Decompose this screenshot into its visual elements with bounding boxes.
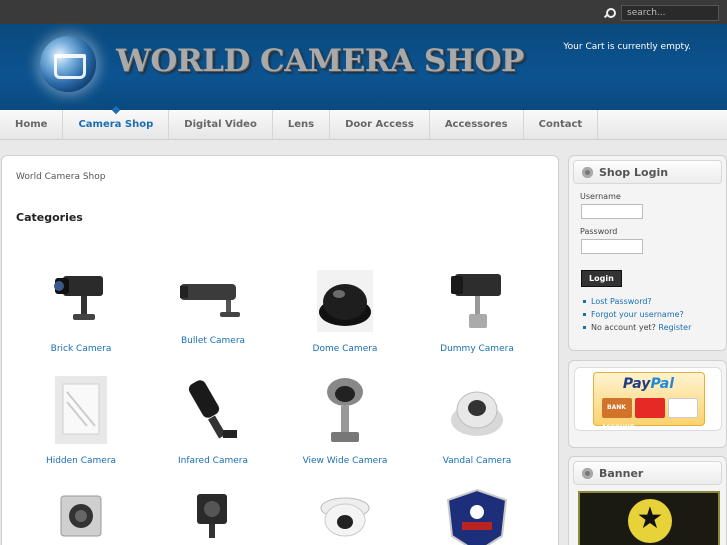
- brick-camera-image[interactable]: [51, 268, 111, 334]
- bullet-icon: [582, 467, 593, 479]
- nav-item-lens[interactable]: Lens: [273, 110, 331, 139]
- breadcrumb[interactable]: World Camera Shop: [16, 172, 105, 182]
- category-dome-camera[interactable]: Dome Camera: [280, 268, 410, 354]
- wide-view-camera-image[interactable]: [315, 376, 375, 446]
- shop-login-title: Shop Login: [599, 165, 669, 179]
- payment-methods: BANK ACCOUNT VISA: [601, 398, 698, 431]
- category-hidden-camera[interactable]: Hidden Camera: [16, 376, 146, 466]
- infrared-camera-image[interactable]: [183, 376, 243, 446]
- nav-item-contact[interactable]: Contact: [524, 110, 599, 139]
- mini-camera-image[interactable]: [183, 486, 243, 545]
- security-badge-image[interactable]: [442, 486, 512, 545]
- dummy-camera-image[interactable]: [447, 268, 507, 334]
- search-icon[interactable]: [605, 8, 616, 18]
- main-content: World Camera Shop Categories Brick Camer…: [1, 155, 559, 545]
- visa-icon: VISA: [667, 398, 698, 418]
- nav-item-accessores[interactable]: Accessores: [430, 110, 524, 139]
- banner-image[interactable]: [578, 491, 720, 545]
- category-security-badge[interactable]: [412, 486, 542, 545]
- lost-password-link[interactable]: Lost Password?: [591, 297, 652, 306]
- category-box-camera[interactable]: [16, 486, 146, 545]
- username-label: Username: [580, 192, 621, 201]
- no-account-text: No account yet?: [591, 323, 656, 332]
- categories-heading: Categories: [16, 211, 83, 224]
- list-item: Forgot your username?: [583, 310, 726, 319]
- banner-box: Banner: [568, 456, 727, 545]
- vandal-camera-image[interactable]: [447, 376, 507, 446]
- category-ceiling-dome[interactable]: [280, 486, 410, 545]
- category-dummy-camera[interactable]: Dummy Camera: [412, 268, 542, 354]
- nav-item-door-access[interactable]: Door Access: [330, 110, 430, 139]
- paypal-badge[interactable]: PayPal BANK ACCOUNT VISA: [573, 367, 722, 431]
- category-brick-camera[interactable]: Brick Camera: [16, 268, 146, 354]
- cart-status: Your Cart is currently empty.: [563, 42, 691, 52]
- nav-item-digital-video[interactable]: Digital Video: [169, 110, 273, 139]
- username-field[interactable]: [581, 204, 643, 219]
- search-area: [605, 5, 719, 21]
- bullet-camera-image[interactable]: [178, 278, 248, 326]
- banner-title: Banner: [599, 466, 644, 480]
- list-item: No account yet? Register: [583, 323, 726, 332]
- main-nav: Home Camera Shop Digital Video Lens Door…: [0, 110, 727, 140]
- nav-item-home[interactable]: Home: [0, 110, 64, 139]
- category-view-wide-camera[interactable]: View Wide Camera: [280, 376, 410, 466]
- top-bar: [0, 0, 727, 24]
- category-label[interactable]: Dummy Camera: [412, 344, 542, 354]
- category-label[interactable]: Dome Camera: [280, 344, 410, 354]
- login-button[interactable]: Login: [581, 270, 622, 287]
- category-label[interactable]: Hidden Camera: [16, 456, 146, 466]
- nav-item-camera-shop[interactable]: Camera Shop: [63, 110, 170, 139]
- bank-account-icon: BANK ACCOUNT: [601, 398, 634, 431]
- banner-header: Banner: [573, 461, 722, 485]
- paypal-logo-icon: PayPal BANK ACCOUNT VISA: [592, 372, 705, 431]
- star-badge-icon: [628, 499, 672, 543]
- hidden-camera-image[interactable]: [51, 376, 111, 446]
- category-label[interactable]: Brick Camera: [16, 344, 146, 354]
- category-label[interactable]: Infared Camera: [148, 456, 278, 466]
- box-camera-image[interactable]: [51, 486, 111, 545]
- search-input[interactable]: [621, 5, 719, 21]
- site-header: WORLD CAMERA SHOP Your Cart is currently…: [0, 24, 727, 110]
- paypal-wordmark: PayPal: [622, 376, 675, 392]
- mastercard-icon: [634, 398, 665, 418]
- forgot-username-link[interactable]: Forgot your username?: [591, 310, 684, 319]
- login-links: Lost Password? Forgot your username? No …: [583, 297, 726, 332]
- list-item: Lost Password?: [583, 297, 726, 306]
- payment-box: PayPal BANK ACCOUNT VISA: [568, 360, 727, 448]
- password-field[interactable]: [581, 239, 643, 254]
- category-bullet-camera[interactable]: Bullet Camera: [148, 278, 278, 346]
- cart-globe-logo-icon[interactable]: [40, 36, 96, 92]
- shop-login-box: Shop Login Username Password Login Lost …: [568, 155, 727, 351]
- category-vandal-camera[interactable]: Vandal Camera: [412, 376, 542, 466]
- shop-login-header: Shop Login: [573, 160, 722, 184]
- category-label[interactable]: View Wide Camera: [280, 456, 410, 466]
- password-label: Password: [580, 227, 618, 236]
- category-label[interactable]: Bullet Camera: [148, 336, 278, 346]
- ceiling-dome-image[interactable]: [315, 486, 375, 545]
- bullet-icon: [582, 166, 593, 178]
- register-link[interactable]: Register: [658, 323, 691, 332]
- category-infared-camera[interactable]: Infared Camera: [148, 376, 278, 466]
- category-mini-camera[interactable]: [148, 486, 278, 545]
- site-title[interactable]: WORLD CAMERA SHOP: [116, 43, 524, 79]
- dome-camera-image[interactable]: [315, 268, 375, 334]
- category-label[interactable]: Vandal Camera: [412, 456, 542, 466]
